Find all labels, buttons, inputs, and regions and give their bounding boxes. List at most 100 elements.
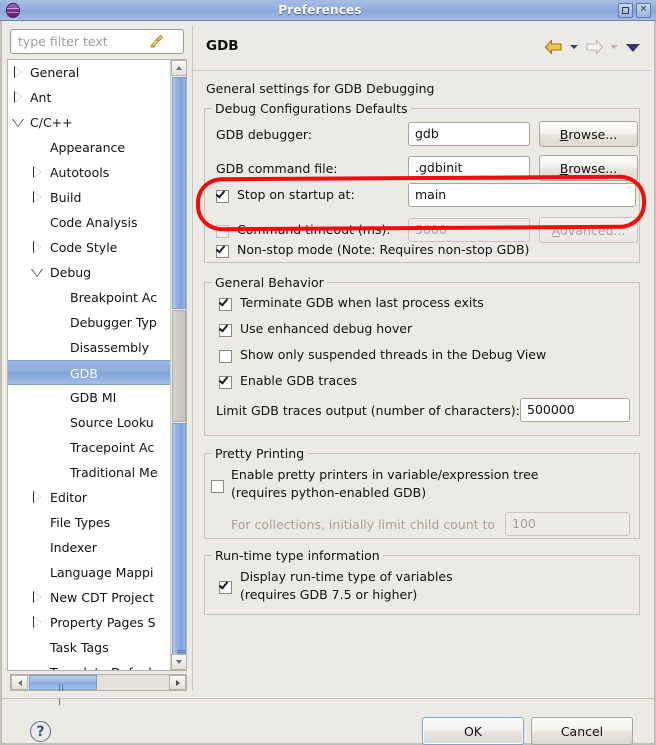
sidebar-item-tracepoint-ac[interactable]: Tracepoint Ac (8, 435, 171, 460)
chevron-right-icon[interactable] (14, 85, 24, 110)
chevron-right-icon[interactable] (33, 485, 43, 510)
sidebar-item-template-defaul[interactable]: Template Defaul (8, 660, 171, 670)
stop-on-startup-checkbox[interactable] (215, 188, 229, 203)
scroll-down-button[interactable] (171, 654, 186, 670)
chevron-right-icon[interactable] (33, 160, 43, 185)
sidebar-item-debug[interactable]: Debug (8, 260, 171, 285)
sidebar-item-label: Language Mappi (50, 565, 154, 580)
sidebar-item-breakpoint-ac[interactable]: Breakpoint Ac (8, 285, 171, 310)
sidebar-item-gdb[interactable]: GDB (8, 360, 171, 385)
display-runtime-type-checkbox[interactable] (218, 579, 232, 594)
scrollbar-track-upper[interactable] (172, 310, 186, 422)
group-title: General Behavior (212, 275, 327, 290)
page-description: General settings for GDB Debugging (206, 81, 435, 96)
gdb-debugger-browse-button[interactable]: Browse... (539, 121, 638, 147)
sidebar-item-gdb-mi[interactable]: GDB MI (8, 385, 171, 410)
sidebar-item-label: Tracepoint Ac (70, 440, 155, 455)
sidebar-item-autotools[interactable]: Autotools (8, 160, 171, 185)
cancel-button[interactable]: Cancel (531, 717, 633, 745)
sidebar-item-code-analysis[interactable]: Code Analysis (8, 210, 171, 235)
sidebar-item-c-c[interactable]: C/C++ (8, 110, 171, 135)
forward-history-chevron-down-icon (607, 37, 621, 57)
sidebar-item-label: Disassembly (70, 340, 149, 355)
preferences-tree[interactable]: General Ant C/C++ Appearance Autotools Build C… (7, 59, 187, 671)
maximize-button[interactable] (618, 2, 633, 18)
sidebar-item-ant[interactable]: Ant (8, 85, 171, 110)
ok-label: OK (463, 723, 483, 739)
view-menu-triangle-icon[interactable] (623, 37, 643, 57)
suspended-threads-checkbox[interactable] (219, 350, 232, 363)
chevron-down-icon[interactable] (12, 110, 24, 135)
sidebar-item-label: Code Analysis (50, 215, 138, 230)
close-button[interactable]: ✕ (636, 2, 651, 18)
limit-traces-label: Limit GDB traces output (number of chara… (216, 403, 520, 418)
enable-gdb-traces-label: Enable GDB traces (240, 373, 358, 388)
question-mark-icon[interactable]: ? (30, 721, 51, 742)
back-history-chevron-down-icon[interactable] (567, 37, 581, 57)
sidebar-item-source-looku[interactable]: Source Looku (8, 410, 171, 435)
tree-vertical-scrollbar[interactable] (170, 60, 186, 670)
chevron-right-icon[interactable] (33, 610, 43, 635)
chevron-right-icon[interactable] (33, 185, 43, 210)
hscrollbar-thumb[interactable] (29, 675, 97, 705)
command-timeout-label: Command timeout (ms): (237, 222, 391, 237)
sidebar-item-language-mappi[interactable]: Language Mappi (8, 560, 171, 585)
enable-gdb-traces-checkbox[interactable] (218, 374, 232, 389)
preferences-page: GDB General settings for GDB Debugging D… (192, 26, 651, 690)
enable-pretty-printers-label-line1: Enable pretty printers in variable/expre… (231, 467, 539, 482)
group-title: Debug Configurations Defaults (212, 101, 411, 116)
sidebar-item-editor[interactable]: Editor (8, 485, 171, 510)
ok-button[interactable]: OK (422, 717, 524, 745)
sidebar-item-label: General (30, 65, 80, 80)
broom-icon[interactable] (147, 32, 167, 52)
enhanced-hover-checkbox[interactable] (218, 322, 232, 337)
enhanced-hover-label: Use enhanced debug hover (240, 321, 413, 336)
chevron-down-icon[interactable] (31, 260, 43, 285)
sidebar-item-appearance[interactable]: Appearance (8, 135, 171, 160)
search-input[interactable] (11, 31, 147, 52)
advanced-button: Advanced... (539, 217, 638, 243)
scroll-left-button[interactable] (11, 675, 28, 690)
command-timeout-checkbox[interactable] (216, 225, 229, 238)
sidebar-item-debugger-typ[interactable]: Debugger Typ (8, 310, 171, 335)
sidebar-item-general[interactable]: General (8, 60, 171, 85)
scroll-right-button[interactable] (169, 675, 186, 690)
enable-pretty-printers-checkbox[interactable] (211, 480, 224, 493)
group-runtime-type-information: Run-time type information Display run-ti… (204, 548, 640, 615)
dialog-body: General Ant C/C++ Appearance Autotools Build C… (0, 21, 656, 745)
page-header: GDB (193, 26, 651, 71)
sidebar-item-traditional-me[interactable]: Traditional Me (8, 460, 171, 485)
help-glyph: ? (36, 723, 45, 740)
sidebar-item-indexer[interactable]: Indexer (8, 535, 171, 560)
child-count-label: For collections, initially limit child c… (231, 517, 496, 532)
chevron-right-icon[interactable] (14, 60, 24, 85)
back-arrow-icon[interactable] (543, 37, 565, 57)
sidebar-item-property-pages-s[interactable]: Property Pages S (8, 610, 171, 635)
non-stop-mode-checkbox[interactable] (215, 243, 229, 258)
limit-traces-input[interactable]: 500000 (520, 398, 630, 422)
display-runtime-type-label-line2: (requires GDB 7.5 or higher) (240, 587, 418, 602)
gdb-command-file-browse-button[interactable]: Browse... (539, 155, 638, 181)
tree-horizontal-scrollbar[interactable] (10, 674, 187, 705)
filter-field-wrapper[interactable] (10, 29, 184, 54)
sidebar-item-new-cdt-project[interactable]: New CDT Project (8, 585, 171, 610)
sidebar-item-build[interactable]: Build (8, 185, 171, 210)
chevron-right-icon[interactable] (33, 585, 43, 610)
stop-on-startup-input[interactable]: main (408, 183, 636, 207)
scroll-up-button[interactable] (171, 60, 186, 76)
gdb-debugger-input[interactable]: gdb (408, 122, 530, 146)
sidebar-item-task-tags[interactable]: Task Tags (8, 635, 171, 660)
sidebar-item-file-types[interactable]: File Types (8, 510, 171, 535)
sidebar-item-label: Template Defaul (50, 660, 152, 670)
sidebar-item-disassembly[interactable]: Disassembly (8, 335, 171, 360)
sidebar-item-code-style[interactable]: Code Style (8, 235, 171, 260)
sidebar-item-label: Code Style (50, 240, 118, 255)
chevron-right-icon[interactable] (33, 235, 43, 260)
eclipse-globe-icon (4, 2, 22, 19)
scrollbar-thumb[interactable] (172, 77, 186, 309)
gdb-command-file-input[interactable]: .gdbinit (408, 156, 530, 180)
suspended-threads-label: Show only suspended threads in the Debug… (240, 347, 547, 362)
scrollbar-thumb-lower[interactable] (172, 423, 186, 657)
terminate-gdb-checkbox[interactable] (218, 296, 232, 311)
sidebar-item-label: Breakpoint Ac (70, 290, 158, 305)
